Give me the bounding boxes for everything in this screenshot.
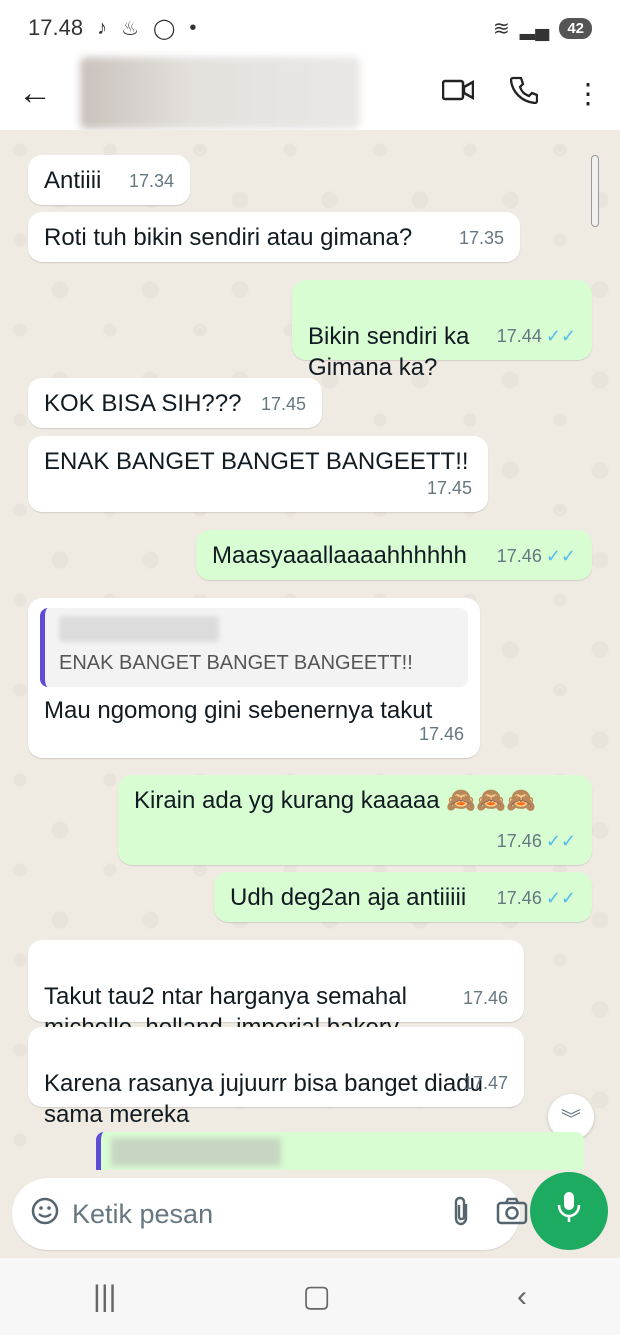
sticker-emoji-icon[interactable] xyxy=(30,1196,60,1233)
message-time: 17.46 xyxy=(462,988,508,1008)
quoted-sender-blurred xyxy=(59,616,219,642)
double-check-icon: ✓✓ xyxy=(545,546,576,566)
message-bubble[interactable]: Takut tau2 ntar harganya semahal michell… xyxy=(28,940,524,1041)
microphone-icon xyxy=(556,1190,582,1232)
message-bubble[interactable]: Maasyaaallaaaahhhhhh 17.46 ✓✓ xyxy=(196,530,592,580)
message-text: Antiiii xyxy=(44,167,102,194)
back-nav-icon[interactable]: ‹ xyxy=(517,1280,527,1314)
contact-name-blurred[interactable] xyxy=(80,57,360,129)
status-bar: 17.48 ♪ ♨ ◯ • ≋ ▂▄ 42 xyxy=(0,0,620,56)
message-time: 17.47 xyxy=(462,1073,508,1093)
message-time: 17.46 xyxy=(418,724,464,744)
message-text: ENAK BANGET BANGET BANGEETT!! xyxy=(44,448,469,475)
message-time-text: 17.46 xyxy=(496,831,542,851)
message-text: Roti tuh bikin sendiri atau gimana? xyxy=(44,224,413,251)
attachment-icon[interactable] xyxy=(450,1196,472,1233)
message-time: 17.34 xyxy=(128,171,174,191)
dot-icon: • xyxy=(189,16,197,39)
message-time: 17.46 ✓✓ xyxy=(497,883,576,914)
message-bubble[interactable]: Kirain ada yg kurang kaaaaa 🙈🙈🙈 17.46 ✓✓ xyxy=(118,775,592,865)
scrollbar[interactable] xyxy=(591,155,599,227)
tiktok-icon: ♪ xyxy=(97,16,108,39)
message-bubble[interactable]: Antiiii 17.34 xyxy=(28,155,190,205)
system-nav-bar: ||| ▢ ‹ xyxy=(0,1258,620,1335)
message-time: 17.46 ✓✓ xyxy=(497,541,576,572)
message-time-text: 17.46 xyxy=(496,888,542,908)
message-time: 17.45 xyxy=(426,478,472,498)
message-time-text: 17.46 xyxy=(496,546,542,566)
circle-notification-icon: ◯ xyxy=(153,17,176,40)
phone-icon[interactable] xyxy=(509,76,539,111)
message-text: KOK BISA SIH??? xyxy=(44,390,242,417)
quoted-reply-preview xyxy=(96,1132,584,1172)
home-icon[interactable]: ▢ xyxy=(303,1279,331,1314)
message-time: 17.46 ✓✓ xyxy=(497,826,576,857)
reply-message-bubble[interactable]: ENAK BANGET BANGET BANGEETT!! Mau ngomon… xyxy=(28,598,480,758)
message-time: 17.44 ✓✓ xyxy=(497,321,576,352)
blurred-content xyxy=(111,1138,281,1166)
chat-header: ← ⋮ xyxy=(0,56,620,130)
message-bubble[interactable]: Karena rasanya jujuurr bisa banget diadu… xyxy=(28,1027,524,1128)
app-notification-icon: ♨ xyxy=(121,17,139,40)
message-time: 17.35 xyxy=(458,228,504,248)
video-call-icon[interactable] xyxy=(441,77,475,109)
more-vert-icon[interactable]: ⋮ xyxy=(574,77,602,110)
camera-icon[interactable] xyxy=(496,1197,528,1232)
composer-bar xyxy=(0,1170,620,1258)
microphone-button[interactable] xyxy=(530,1172,608,1250)
message-bubble[interactable]: Bikin sendiri ka Gimana ka? 17.44 ✓✓ xyxy=(292,280,592,381)
message-text: Mau ngomong gini sebenernya takut xyxy=(44,697,433,724)
status-time: 17.48 xyxy=(28,15,84,40)
message-time-text: 17.44 xyxy=(496,326,542,346)
message-bubble[interactable]: ENAK BANGET BANGET BANGEETT!! 17.45 xyxy=(28,436,488,512)
wifi-icon: ≋ xyxy=(492,17,510,40)
quoted-text: ENAK BANGET BANGET BANGEETT!! xyxy=(59,652,413,674)
recent-apps-icon[interactable]: ||| xyxy=(93,1280,116,1314)
message-input[interactable] xyxy=(72,1198,426,1230)
signal-icon: ▂▄ xyxy=(519,17,550,40)
back-arrow-icon[interactable]: ← xyxy=(18,74,66,113)
double-check-icon: ✓✓ xyxy=(545,831,576,851)
message-bubble[interactable]: Udh deg2an aja antiiiii 17.46 ✓✓ xyxy=(214,872,592,922)
double-check-icon: ✓✓ xyxy=(545,888,576,908)
double-check-icon: ✓✓ xyxy=(545,326,576,346)
message-input-container xyxy=(12,1178,528,1250)
message-time: 17.45 xyxy=(260,394,306,414)
message-bubble[interactable]: Roti tuh bikin sendiri atau gimana? 17.3… xyxy=(28,212,520,262)
battery-indicator: 42 xyxy=(559,17,592,39)
quoted-message[interactable]: ENAK BANGET BANGET BANGEETT!! xyxy=(40,608,468,687)
message-text: Kirain ada yg kurang kaaaaa 🙈🙈🙈 xyxy=(134,787,536,814)
double-chevron-down-icon: ︾ xyxy=(561,1108,581,1131)
message-text: Maasyaaallaaaahhhhhh xyxy=(212,542,467,569)
message-text: Udh deg2an aja antiiiii xyxy=(230,884,467,911)
message-bubble[interactable]: KOK BISA SIH??? 17.45 xyxy=(28,378,322,428)
